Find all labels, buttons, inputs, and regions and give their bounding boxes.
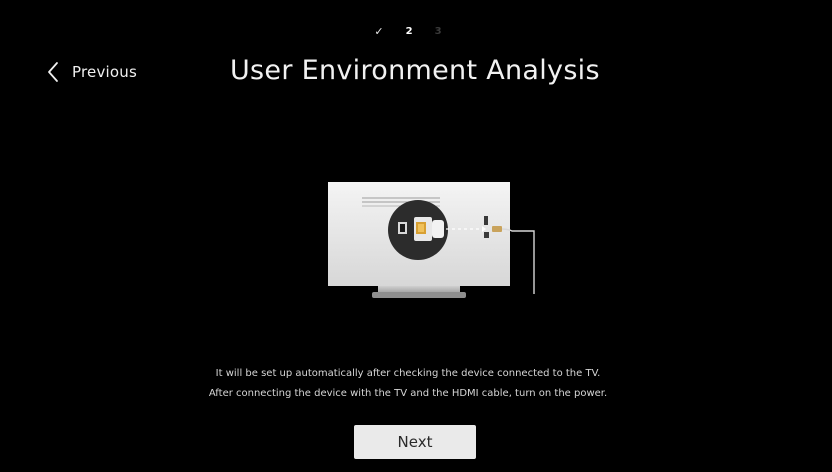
step-indicator: ✓ 2 3 — [0, 23, 824, 39]
step-current-number: 2 — [405, 25, 413, 37]
tv-hdmi-connection-icon — [328, 182, 535, 298]
previous-button[interactable]: Previous — [46, 54, 137, 90]
instruction-line-1: It will be set up automatically after ch… — [215, 368, 601, 379]
chevron-left-icon — [48, 62, 58, 82]
instruction-line-2: After connecting the device with the TV … — [208, 388, 608, 399]
page-title: User Environment Analysis — [230, 55, 600, 86]
instruction-text: It will be set up automatically after ch… — [0, 364, 824, 404]
next-button[interactable]: Next — [354, 425, 476, 459]
step-completed-check-icon: ✓ — [374, 24, 384, 38]
previous-label: Previous — [72, 63, 137, 81]
step-upcoming-number: 3 — [434, 25, 442, 37]
